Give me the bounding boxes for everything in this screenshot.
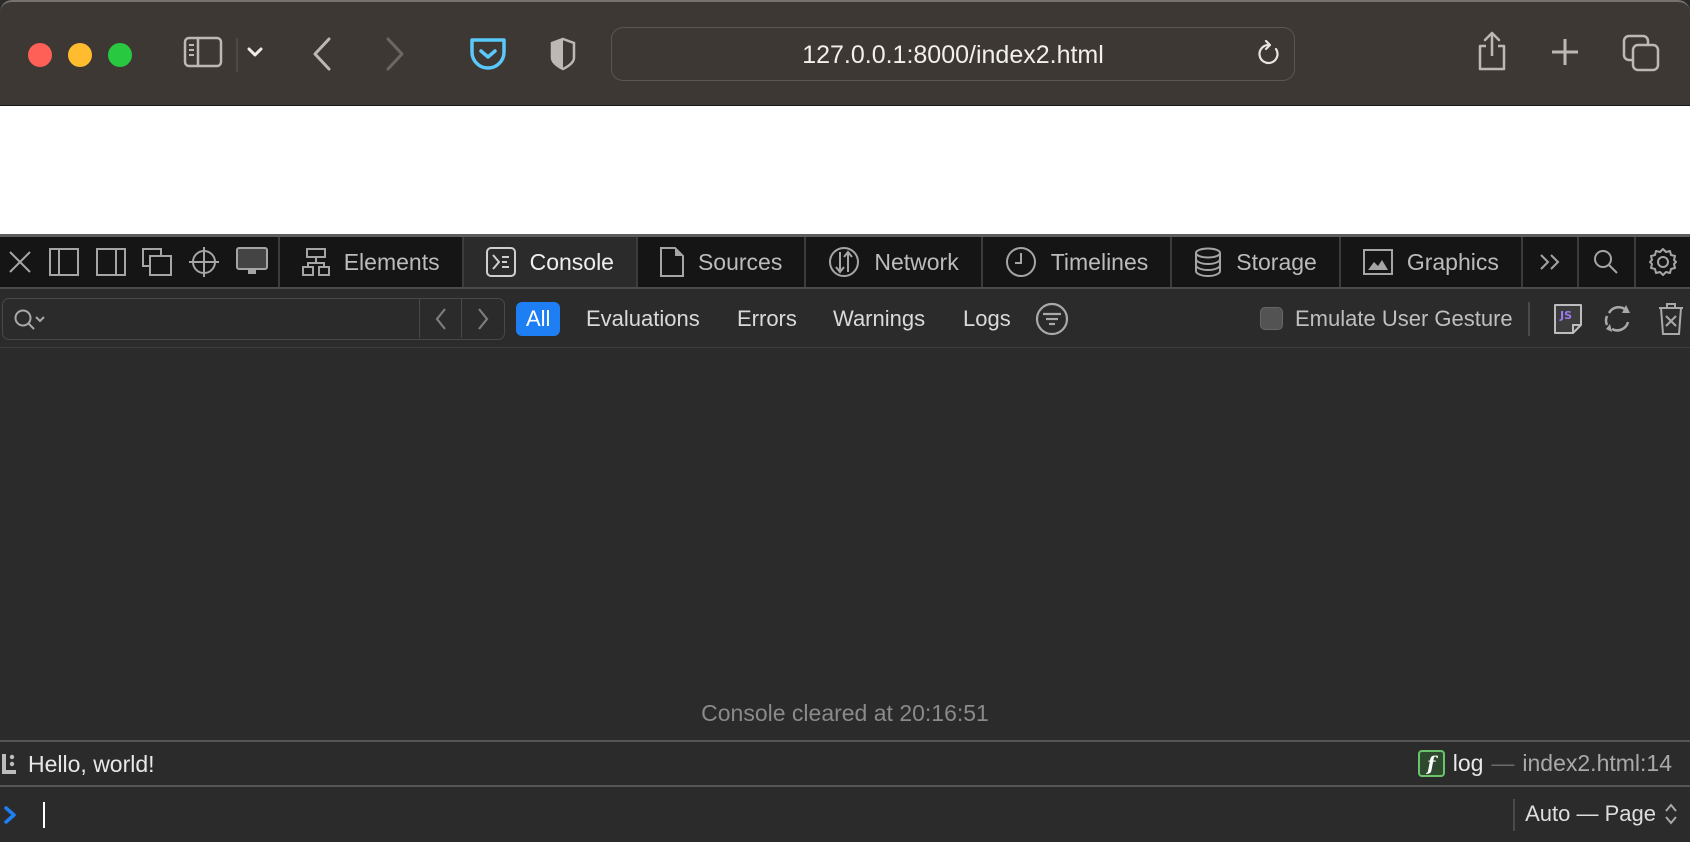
emulate-user-gesture-label: Emulate User Gesture bbox=[1295, 306, 1513, 331]
gear-icon bbox=[1648, 248, 1677, 276]
tab-console[interactable]: Console bbox=[461, 237, 636, 287]
tab-graphics[interactable]: Graphics bbox=[1338, 237, 1521, 287]
close-icon[interactable] bbox=[0, 237, 41, 287]
console-icon bbox=[485, 247, 516, 277]
message-source[interactable]: f log — index2.html:14 bbox=[1417, 750, 1672, 777]
evaluate-js-snippet-button[interactable]: JS bbox=[1553, 303, 1583, 335]
devtools-settings-button[interactable] bbox=[1633, 237, 1690, 287]
console-cleared-message: Console cleared at 20:16:51 bbox=[701, 700, 989, 726]
tab-overflow-button[interactable] bbox=[1520, 237, 1577, 287]
tab-overview-icon[interactable] bbox=[1622, 34, 1660, 72]
tab-elements[interactable]: Elements bbox=[277, 237, 462, 287]
function-icon: f bbox=[1417, 750, 1445, 777]
pocket-icon[interactable] bbox=[469, 36, 507, 72]
console-filter-bar: All Evaluations Errors Warnings Logs Emu… bbox=[0, 289, 1690, 348]
execution-context-selector[interactable]: Auto — Page bbox=[1525, 801, 1678, 827]
tab-label: Sources bbox=[697, 248, 783, 275]
previous-match-button[interactable] bbox=[419, 299, 461, 338]
storage-icon bbox=[1195, 247, 1222, 277]
prompt-chevron-icon bbox=[3, 806, 17, 829]
tab-storage[interactable]: Storage bbox=[1170, 237, 1339, 287]
next-match-button[interactable] bbox=[461, 299, 503, 338]
device-icon[interactable] bbox=[227, 237, 277, 287]
console-message[interactable]: Hello, world! f log — index2.html:14 bbox=[0, 742, 1690, 785]
tab-network[interactable]: Network bbox=[804, 237, 980, 287]
console-prompt[interactable]: Auto — Page bbox=[0, 787, 1690, 842]
undock-icon[interactable] bbox=[134, 237, 181, 287]
web-page-content bbox=[0, 105, 1690, 234]
back-icon[interactable] bbox=[311, 36, 333, 72]
dock-right-icon[interactable] bbox=[87, 237, 134, 287]
filter-divider bbox=[1528, 302, 1530, 336]
tab-label: Timelines bbox=[1050, 248, 1149, 275]
source-location-link[interactable]: index2.html:14 bbox=[1522, 750, 1672, 777]
source-function: log bbox=[1452, 750, 1484, 776]
tab-label: Elements bbox=[343, 248, 440, 275]
zoom-window-button[interactable] bbox=[108, 43, 132, 67]
share-icon[interactable] bbox=[1476, 30, 1508, 72]
source-separator: — bbox=[1491, 750, 1515, 776]
reload-icon[interactable] bbox=[1256, 40, 1282, 68]
devtools-search-button[interactable] bbox=[1577, 237, 1633, 287]
graphics-icon bbox=[1362, 249, 1393, 275]
filter-options-icon[interactable] bbox=[1035, 302, 1069, 336]
filter-evaluations[interactable]: Evaluations bbox=[576, 302, 710, 336]
search-options-icon[interactable] bbox=[13, 308, 47, 337]
filter-logs[interactable]: Logs bbox=[953, 302, 1021, 336]
browser-toolbar: 127.0.0.1:8000/index2.html bbox=[0, 0, 1690, 105]
network-icon bbox=[829, 247, 860, 277]
execution-context-label: Auto — Page bbox=[1525, 801, 1656, 826]
filter-all[interactable]: All bbox=[516, 302, 561, 336]
tab-label: Storage bbox=[1236, 248, 1317, 275]
url-text[interactable]: 127.0.0.1:8000/index2.html bbox=[612, 41, 1294, 70]
search-icon bbox=[1594, 250, 1619, 274]
tab-sources[interactable]: Sources bbox=[635, 237, 804, 287]
tab-timelines[interactable]: Timelines bbox=[980, 237, 1171, 287]
toolbar-divider bbox=[236, 38, 238, 72]
chevron-down-icon[interactable] bbox=[246, 46, 264, 58]
console-message-text: Hello, world! bbox=[28, 751, 155, 777]
filter-warnings[interactable]: Warnings bbox=[823, 302, 935, 336]
filter-errors[interactable]: Errors bbox=[727, 302, 807, 336]
close-window-button[interactable] bbox=[28, 43, 52, 67]
tab-label: Network bbox=[874, 248, 959, 275]
double-chevron-right-icon bbox=[1540, 254, 1560, 270]
tab-label: Console bbox=[529, 248, 614, 275]
sidebar-icon[interactable] bbox=[183, 36, 223, 68]
dock-left-icon[interactable] bbox=[41, 237, 88, 287]
preserve-log-icon[interactable] bbox=[1602, 302, 1634, 336]
devtools-tab-bar: Elements Console Sources Network Timelin… bbox=[0, 234, 1690, 289]
log-level-icon bbox=[2, 754, 16, 779]
text-caret bbox=[43, 802, 45, 828]
tab-label: Graphics bbox=[1406, 248, 1499, 275]
context-divider bbox=[1513, 799, 1515, 831]
console-output: Console cleared at 20:16:51 bbox=[0, 348, 1690, 740]
forward-icon[interactable] bbox=[384, 36, 406, 72]
elements-icon bbox=[301, 248, 330, 276]
sources-icon bbox=[659, 247, 684, 277]
privacy-shield-icon[interactable] bbox=[549, 36, 577, 72]
emulate-user-gesture-checkbox[interactable] bbox=[1260, 307, 1283, 330]
console-filter-input[interactable] bbox=[2, 298, 505, 340]
updown-chevron-icon bbox=[1665, 803, 1677, 825]
clear-console-icon[interactable] bbox=[1657, 302, 1685, 336]
new-tab-icon[interactable] bbox=[1549, 36, 1581, 68]
js-icon: JS bbox=[1559, 309, 1572, 322]
inspect-element-icon[interactable] bbox=[181, 237, 228, 287]
timelines-icon bbox=[1005, 247, 1036, 277]
minimize-window-button[interactable] bbox=[68, 43, 92, 67]
address-bar[interactable]: 127.0.0.1:8000/index2.html bbox=[611, 27, 1295, 81]
